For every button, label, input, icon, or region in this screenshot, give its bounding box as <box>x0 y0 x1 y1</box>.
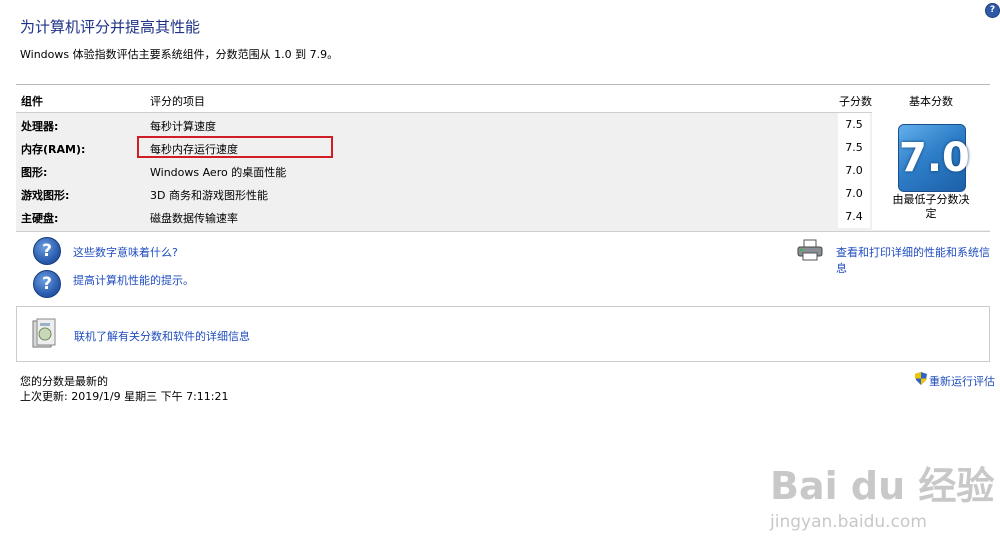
base-score-caption-line2: 定 <box>925 207 937 220</box>
baidu-watermark-url: jingyan.baidu.com <box>770 512 927 532</box>
software-box-icon <box>32 318 56 348</box>
row-item-graphics: Windows Aero 的桌面性能 <box>150 166 287 179</box>
row-label-memory: 内存(RAM): <box>21 143 86 156</box>
row-label-gaming-graphics: 游戏图形: <box>21 189 70 202</box>
memory-highlight-box <box>137 136 333 158</box>
base-score-caption-line1: 由最低子分数决 <box>892 193 970 206</box>
row-item-gaming-graphics: 3D 商务和游戏图形性能 <box>150 189 268 202</box>
column-header-component: 组件 <box>21 95 43 108</box>
row-label-primary-disk: 主硬盘: <box>21 212 59 225</box>
link-improve-tips[interactable]: 提高计算机性能的提示。 <box>73 272 194 288</box>
row-label-graphics: 图形: <box>21 166 48 179</box>
table-top-divider <box>16 84 990 85</box>
column-header-item: 评分的项目 <box>150 95 205 108</box>
column-header-base-score: 基本分数 <box>909 95 953 108</box>
uac-shield-icon <box>915 372 927 385</box>
link-online-info[interactable]: 联机了解有关分数和软件的详细信息 <box>74 328 250 344</box>
question-icon: ? <box>33 237 61 265</box>
column-header-subscore: 子分数 <box>839 95 872 108</box>
score-graphics: 7.0 <box>838 159 870 182</box>
last-update: 上次更新: 2019/1/9 星期三 下午 7:11:21 <box>20 390 229 403</box>
link-what-numbers-mean[interactable]: 这些数字意味着什么? <box>73 244 178 260</box>
base-score-badge: 7.0 <box>898 124 970 192</box>
row-item-primary-disk: 磁盘数据传输速率 <box>150 212 238 225</box>
baidu-watermark-logo: Bai du 经验 <box>770 464 995 508</box>
page-title: 为计算机评分并提高其性能 <box>20 18 201 36</box>
question-icon: ? <box>33 270 61 298</box>
printer-icon <box>797 239 823 261</box>
score-processor: 7.5 <box>838 113 870 136</box>
base-score-caption: 由最低子分数决 定 <box>890 193 972 221</box>
row-label-processor: 处理器: <box>21 120 59 133</box>
score-gaming-graphics: 7.0 <box>838 182 870 205</box>
score-status: 您的分数是最新的 <box>20 375 108 388</box>
rerun-assessment-link[interactable]: 重新运行评估 <box>929 373 995 389</box>
page-subtitle: Windows 体验指数评估主要系统组件，分数范围从 1.0 到 7.9。 <box>20 48 339 61</box>
row-item-processor: 每秒计算速度 <box>150 120 216 133</box>
link-view-print-details[interactable]: 查看和打印详细的性能和系统信息 <box>836 244 1000 276</box>
score-memory: 7.5 <box>838 136 870 159</box>
help-icon[interactable]: ? <box>985 3 1000 18</box>
score-primary-disk: 7.4 <box>838 205 870 228</box>
